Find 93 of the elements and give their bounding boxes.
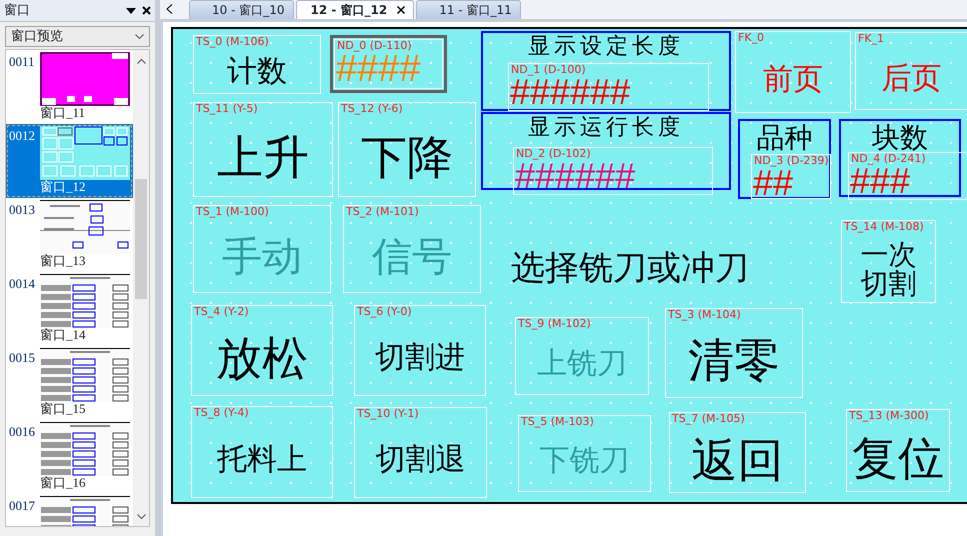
object-tag: FK_1	[858, 33, 884, 45]
toggle-switch-object[interactable]: TS_13 (M-300) 复位	[846, 409, 950, 492]
window-caption: 窗口_15	[40, 402, 86, 416]
object-tag: TS_12 (Y-6)	[341, 103, 403, 115]
scroll-down-icon[interactable]	[136, 514, 146, 520]
window-caption: 窗口_16	[40, 476, 86, 490]
group-title: 显示运行长度	[527, 116, 685, 140]
object-tag: TS_3 (M-104)	[668, 309, 741, 321]
object-label: 清零	[687, 336, 781, 385]
object-tag: FK_0	[738, 32, 764, 44]
static-text: 选择铣刀或冲刀	[511, 247, 749, 290]
window-caption: 窗口_12	[40, 180, 86, 194]
window-list-item[interactable]: 0011 窗口_11	[6, 50, 133, 124]
view-dropdown[interactable]: 窗口预览	[5, 26, 150, 47]
window-number: 0014	[8, 275, 36, 293]
window-list-item[interactable]: 0014 窗口_14	[6, 272, 133, 346]
object-label: 一次切割	[860, 240, 918, 298]
object-label: 托料上	[216, 444, 308, 476]
toggle-switch-object[interactable]: TS_3 (M-104) 清零	[665, 308, 803, 398]
toggle-switch-object[interactable]: TS_14 (M-108) 一次切割	[841, 220, 936, 303]
chevron-down-icon	[135, 34, 144, 39]
group-title: 块数	[871, 123, 929, 154]
object-tag: TS_5 (M-103)	[521, 416, 594, 428]
object-tag: ND_0 (D-110)	[337, 40, 412, 52]
object-tag: TS_10 (Y-1)	[357, 408, 419, 420]
numeric-value: ######	[515, 158, 636, 194]
object-tag: TS_1 (M-100)	[196, 206, 269, 218]
object-tag: TS_4 (Y-2)	[194, 306, 249, 318]
close-icon[interactable]	[397, 6, 406, 14]
object-label: 下铣刀	[538, 445, 630, 477]
object-label: 上升	[216, 132, 310, 182]
toggle-switch-object[interactable]: TS_12 (Y-6) 下降	[338, 102, 476, 197]
toggle-switch-object[interactable]: TS_7 (M-105) 返回	[669, 412, 806, 493]
object-label: 下降	[360, 132, 454, 182]
object-tag: TS_13 (M-300)	[849, 410, 929, 422]
object-label: 复位	[851, 434, 945, 482]
numeric-value: ####	[336, 50, 421, 88]
object-tag: TS_14 (M-108)	[844, 221, 924, 233]
scrollbar-thumb[interactable]	[135, 179, 147, 299]
object-label: 上铣刀	[536, 348, 628, 380]
numeric-value: ######	[510, 74, 630, 110]
object-tag: TS_11 (Y-5)	[196, 103, 258, 115]
window-number: 0016	[8, 423, 36, 441]
panel-title: 窗口	[4, 2, 31, 20]
object-tag: ND_3 (D-239)	[754, 155, 829, 167]
window-caption: 窗口_14	[40, 328, 86, 342]
object-label: 放松	[215, 334, 309, 382]
object-label: 手动	[221, 236, 303, 278]
group-title: 显示设定长度	[527, 35, 685, 60]
window-number: 0015	[8, 349, 36, 367]
scroll-up-icon[interactable]	[136, 58, 146, 64]
toggle-switch-object[interactable]: TS_8 (Y-4) 托料上	[191, 406, 333, 498]
object-label: 切割退	[374, 444, 466, 476]
object-label: 返回	[690, 436, 784, 484]
object-tag: ND_2 (D-102)	[516, 148, 591, 160]
toggle-switch-object[interactable]: TS_4 (Y-2) 放松	[191, 305, 333, 396]
object-tag: TS_2 (M-101)	[346, 206, 419, 218]
object-tag: ND_4 (D-241)	[851, 153, 926, 165]
document-tab[interactable]: 12 - 窗口_12	[296, 0, 414, 19]
object-tag: TS_9 (M-102)	[518, 318, 591, 330]
object-label: 信号	[371, 236, 453, 278]
object-label: 计数	[226, 56, 288, 88]
window-number: 0011	[8, 53, 36, 71]
object-tag: TS_7 (M-105)	[672, 413, 745, 425]
window-number: 0012	[8, 127, 36, 145]
document-tab[interactable]: 11 - 窗口_11	[416, 0, 521, 19]
object-tag: ND_1 (D-100)	[511, 64, 586, 76]
toggle-switch-object[interactable]: TS_6 (Y-0) 切割进	[354, 305, 486, 396]
window-caption: 窗口_11	[40, 106, 86, 120]
window-number: 0017	[8, 497, 36, 515]
scroll-left-icon[interactable]	[166, 4, 173, 14]
numeric-value: ###	[850, 163, 910, 199]
object-tag: TS_8 (Y-4)	[194, 407, 249, 419]
object-label: 切割进	[374, 342, 466, 374]
window-caption: 窗口_13	[40, 254, 86, 268]
toggle-switch-object[interactable]: TS_11 (Y-5) 上升	[193, 102, 333, 197]
window-list-item[interactable]: 0017	[6, 494, 133, 526]
group-title: 品种	[756, 123, 814, 154]
numeric-value: ##	[753, 165, 794, 201]
document-tab[interactable]: 10 - 窗口_10	[189, 0, 294, 19]
toggle-switch-object[interactable]: TS_0 (M-106) 计数	[193, 35, 321, 94]
window-list-item[interactable]: 0016 窗口_16	[6, 420, 133, 494]
close-icon[interactable]	[142, 6, 151, 15]
window-list-item[interactable]: 0015 窗口_15	[6, 346, 133, 420]
toggle-switch-object[interactable]: TS_10 (Y-1) 切割退	[354, 407, 487, 498]
object-tag: TS_0 (M-106)	[196, 36, 269, 48]
window-list-item[interactable]: 0013 窗口_13	[6, 198, 133, 272]
dropdown-arrow-icon[interactable]	[126, 8, 136, 14]
object-tag: TS_6 (Y-0)	[357, 306, 412, 318]
window-number: 0013	[8, 201, 36, 219]
object-label: 前页	[762, 64, 824, 96]
window-list-item[interactable]: 0012 窗口_12	[6, 124, 133, 198]
object-label: 后页	[880, 62, 942, 94]
